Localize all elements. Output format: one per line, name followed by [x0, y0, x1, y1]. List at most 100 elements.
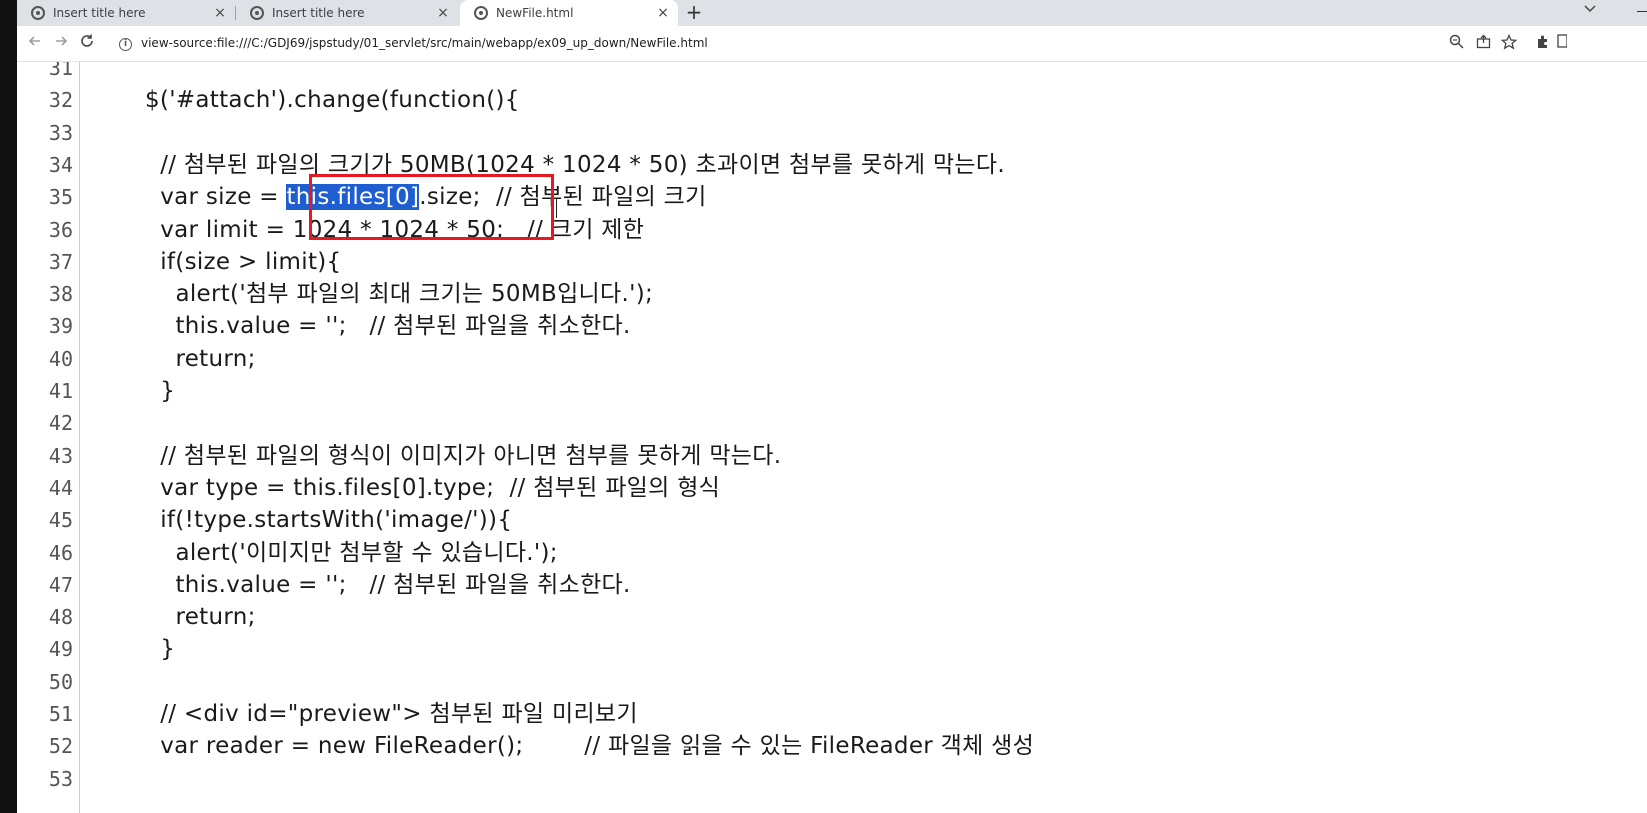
code-line: 41 } [17, 375, 1647, 408]
line-number: 49 [48, 637, 73, 662]
line-number: 32 [48, 88, 73, 113]
code-text: return; [145, 601, 256, 634]
forward-arrow-icon[interactable] [49, 32, 73, 56]
tab-label: Insert title here [272, 6, 365, 20]
new-tab-button[interactable]: + [681, 0, 707, 26]
line-number: 53 [48, 766, 73, 791]
code-text: // 첨부된 파일의 형식이 이미지가 아니면 첨부를 못하게 막는다. [145, 440, 781, 473]
code-line: 43 // 첨부된 파일의 형식이 이미지가 아니면 첨부를 못하게 막는다. [17, 440, 1647, 473]
code-text: // <div id="preview"> 첨부된 파일 미리보기 [145, 698, 638, 731]
share-icon[interactable] [1473, 34, 1493, 54]
line-number: 38 [48, 282, 73, 307]
code-text: alert('이미지만 첨부할 수 있습니다.'); [145, 537, 558, 570]
code-line: 38 alert('첨부 파일의 최대 크기는 50MB입니다.'); [17, 278, 1647, 311]
line-number: 50 [48, 669, 73, 694]
code-line: 39 this.value = ''; // 첨부된 파일을 취소한다. [17, 310, 1647, 343]
code-line: 53 [17, 763, 1647, 796]
code-line: 42 [17, 407, 1647, 440]
code-segment: if(!type.startsWith('image/')){ [145, 507, 513, 534]
line-number: 43 [48, 443, 73, 468]
side-panel-icon[interactable] [1557, 34, 1568, 54]
line-number: 35 [48, 185, 73, 210]
code-text: this.value = ''; // 첨부된 파일을 취소한다. [145, 569, 631, 602]
code-text: var type = this.files[0].type; // 첨부된 파일… [145, 472, 720, 505]
close-tab-icon[interactable]: × [211, 5, 229, 21]
code-line: 44 var type = this.files[0].type; // 첨부된… [17, 472, 1647, 505]
line-number: 46 [48, 540, 73, 565]
code-line: 31 [17, 62, 1647, 85]
line-number: 47 [48, 572, 73, 597]
browser-toolbar: i view-source:file:///C:/GDJ69/jspstudy/… [17, 26, 1647, 62]
text-cursor-icon [556, 198, 558, 218]
code-segment: if(size > limit){ [145, 248, 342, 275]
code-line: 37 if(size > limit){ [17, 246, 1647, 279]
code-line: 33 [17, 117, 1647, 150]
code-segment: this.value = ''; // 첨부된 파일을 취소한다. [145, 313, 631, 340]
code-line: 51 // <div id="preview"> 첨부된 파일 미리보기 [17, 698, 1647, 731]
tab-insert-title-1[interactable]: Insert title here × [17, 0, 235, 26]
reload-icon[interactable] [75, 32, 99, 56]
code-line: 47 this.value = ''; // 첨부된 파일을 취소한다. [17, 569, 1647, 602]
zoom-icon[interactable] [1446, 34, 1466, 54]
code-segment: $('#attach').change(function(){ [145, 87, 520, 114]
line-number: 36 [48, 217, 73, 242]
line-number: 42 [48, 411, 73, 436]
code-text: alert('첨부 파일의 최대 크기는 50MB입니다.'); [145, 278, 653, 311]
line-number: 41 [48, 379, 73, 403]
tab-search-chevron-icon[interactable] [1583, 0, 1597, 24]
code-segment: var reader = new FileReader(); // 파일을 읽을… [145, 733, 1035, 760]
code-line: 35 var size = this.files[0].size; // 첨부된… [17, 181, 1647, 214]
address-bar-url[interactable]: view-source:file:///C:/GDJ69/jspstudy/01… [141, 36, 708, 50]
code-segment: this.value = ''; // 첨부된 파일을 취소한다. [145, 571, 631, 598]
extensions-icon[interactable] [1533, 34, 1553, 54]
code-text: var reader = new FileReader(); // 파일을 읽을… [145, 730, 1034, 763]
code-segment: alert('이미지만 첨부할 수 있습니다.'); [145, 539, 558, 566]
code-text: return; [145, 343, 256, 376]
view-source-code: 31 32 $('#attach').change(function(){ 33 34 … [17, 62, 1647, 813]
line-number: 33 [48, 120, 73, 145]
star-icon[interactable] [1499, 33, 1519, 54]
line-number: 52 [48, 734, 73, 759]
info-icon[interactable]: i [119, 38, 132, 51]
line-number: 45 [48, 508, 73, 533]
tab-newfile-active[interactable]: NewFile.html × [460, 0, 678, 26]
line-number: 44 [48, 475, 73, 500]
code-segment: return; [145, 604, 256, 631]
minimize-window-icon[interactable] [1637, 11, 1647, 12]
code-segment: var size = [145, 184, 287, 211]
code-line: 49 } [17, 633, 1647, 666]
code-segment: return; [145, 345, 256, 372]
globe-icon [250, 6, 264, 20]
close-tab-icon[interactable]: × [434, 5, 452, 21]
tab-insert-title-2[interactable]: Insert title here × [236, 0, 458, 26]
tab-label: Insert title here [53, 6, 146, 20]
code-line: 36 var limit = 1024 * 1024 * 50; // 크기 제… [17, 214, 1647, 247]
back-arrow-icon[interactable] [23, 32, 47, 56]
tab-strip: Insert title here × Insert title here × … [17, 0, 1647, 26]
line-number: 34 [48, 152, 73, 177]
code-line: 50 [17, 666, 1647, 699]
code-line: 48 return; [17, 601, 1647, 634]
code-line: 40 return; [17, 343, 1647, 376]
red-highlight-box [309, 174, 554, 240]
code-text: this.value = ''; // 첨부된 파일을 취소한다. [145, 310, 631, 343]
line-number: 31 [48, 62, 73, 80]
code-text: if(size > limit){ [145, 246, 341, 279]
code-line: 45 if(!type.startsWith('image/')){ [17, 504, 1647, 537]
code-text: } [145, 375, 175, 408]
line-number: 40 [48, 346, 73, 371]
line-number: 37 [48, 249, 73, 274]
code-segment: } [145, 636, 176, 663]
window-left-border [0, 0, 17, 813]
code-segment: // 첨부된 파일의 형식이 이미지가 아니면 첨부를 못하게 막는다. [145, 442, 782, 469]
code-line: 52 var reader = new FileReader(); // 파일을… [17, 730, 1647, 763]
code-segment: alert('첨부 파일의 최대 크기는 50MB입니다.'); [145, 281, 654, 308]
code-segment: var type = this.files[0].type; // 첨부된 파일… [145, 474, 721, 501]
code-line: 34 // 첨부된 파일의 크기가 50MB(1024 * 1024 * 50)… [17, 149, 1647, 182]
close-tab-icon[interactable]: × [654, 5, 672, 21]
line-number: 51 [48, 702, 73, 726]
globe-icon [474, 6, 488, 20]
code-segment: // 첨부된 파일의 크기가 50MB(1024 * 1024 * 50) 초과… [145, 151, 1005, 178]
code-text: if(!type.startsWith('image/')){ [145, 504, 512, 537]
code-text: } [145, 633, 175, 666]
